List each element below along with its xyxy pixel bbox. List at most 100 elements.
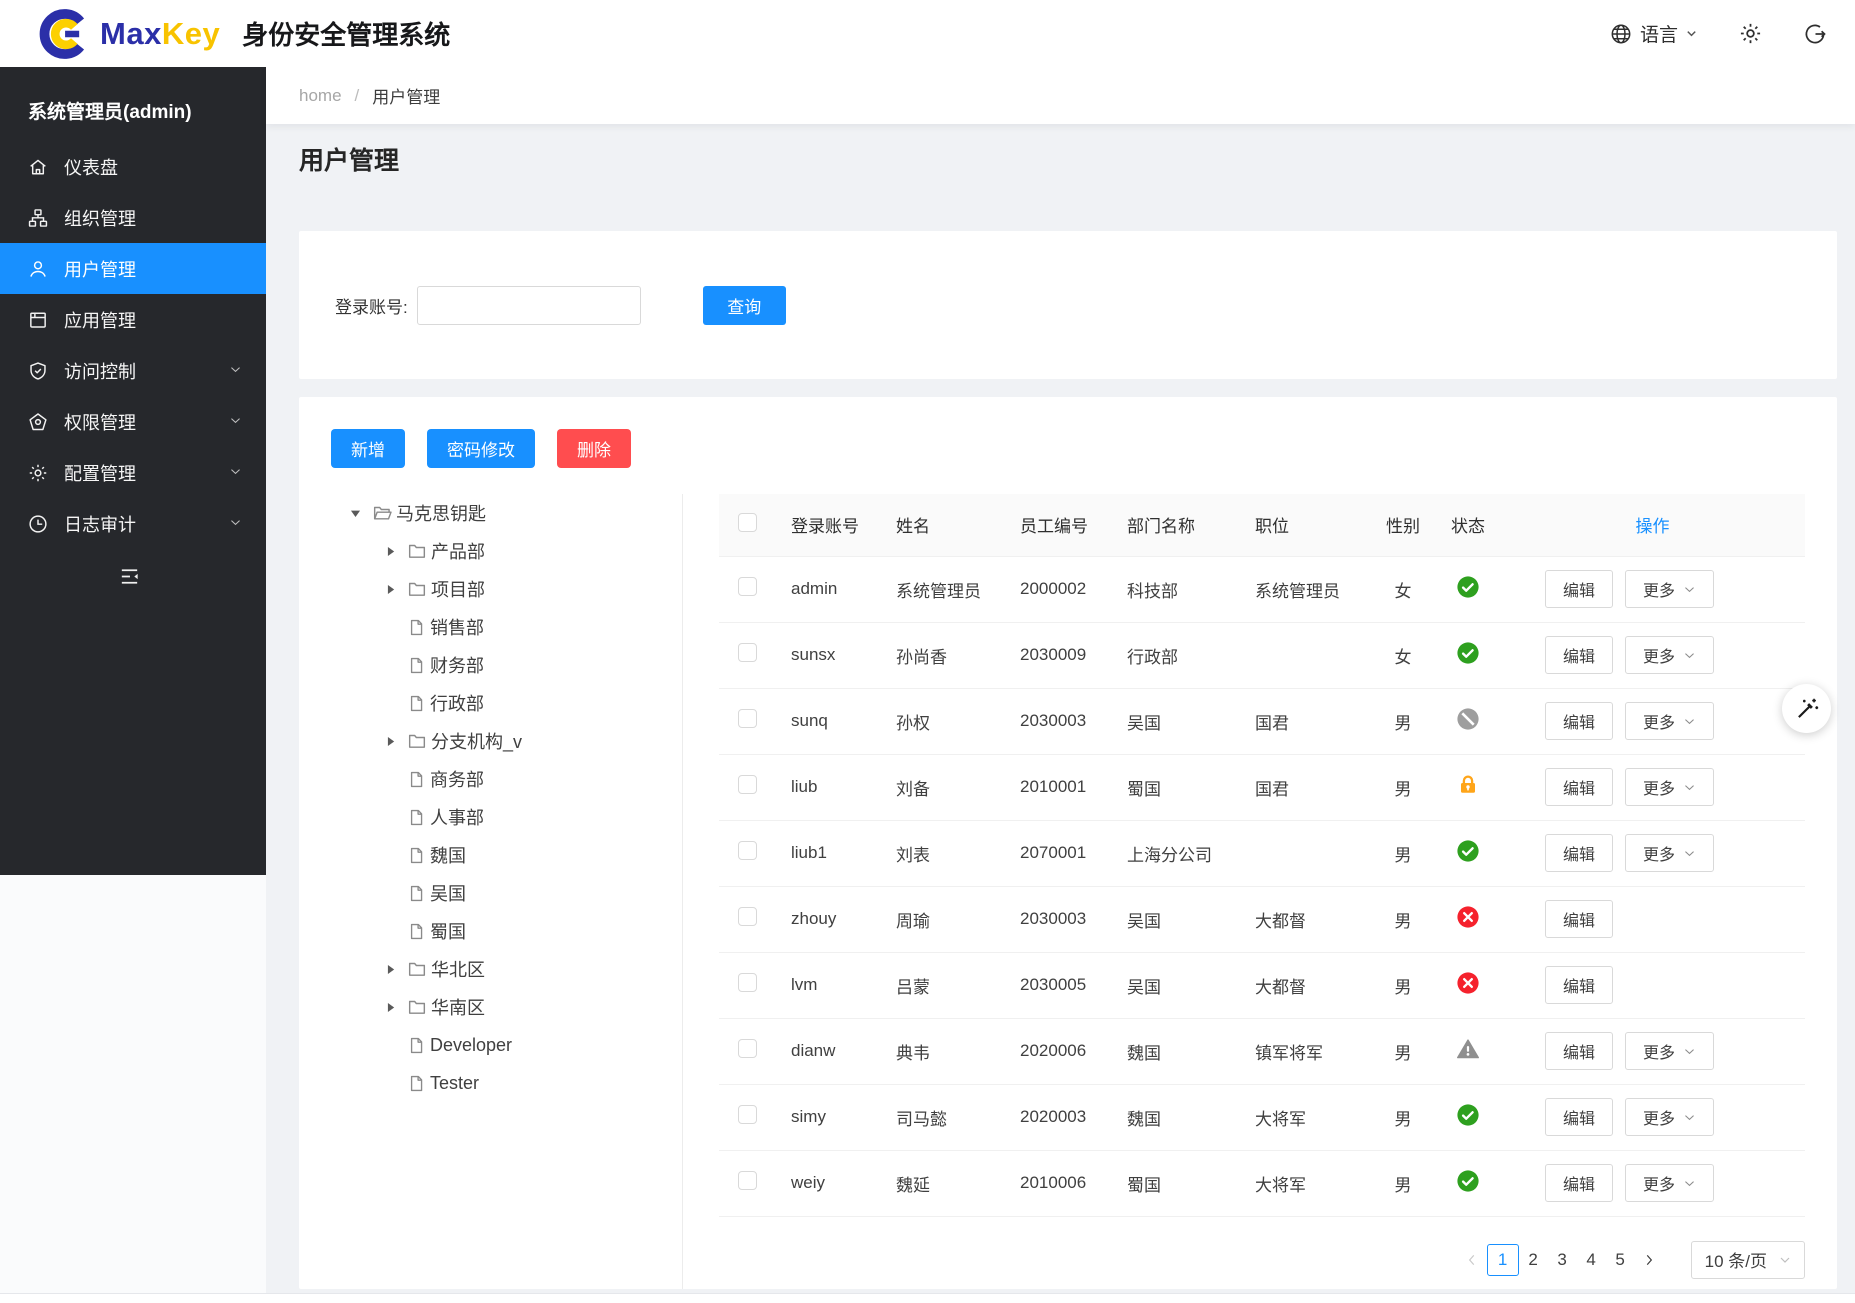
sidebar-item-user[interactable]: 用户管理 xyxy=(0,243,266,294)
page-button-5[interactable]: 5 xyxy=(1606,1244,1635,1276)
previous-page-button[interactable] xyxy=(1458,1244,1487,1276)
caret-down-icon[interactable] xyxy=(345,507,365,520)
row-checkbox[interactable] xyxy=(738,841,757,860)
tree-node[interactable]: 销售部 xyxy=(299,608,682,646)
more-button[interactable]: 更多 xyxy=(1625,1098,1714,1136)
page-button-3[interactable]: 3 xyxy=(1548,1244,1577,1276)
edit-button[interactable]: 编辑 xyxy=(1545,702,1613,740)
row-checkbox[interactable] xyxy=(738,1039,757,1058)
caret-right-icon[interactable] xyxy=(380,735,400,748)
top-navbar: MaxKey 身份安全管理系统 语言 xyxy=(0,0,1855,67)
cell-gender: 男 xyxy=(1370,820,1436,886)
brand-name: MaxKey xyxy=(100,16,220,52)
page-button-2[interactable]: 2 xyxy=(1519,1244,1548,1276)
sidebar: 系统管理员(admin) 仪表盘组织管理用户管理应用管理访问控制权限管理配置管理… xyxy=(0,67,266,1303)
tree-node[interactable]: 产品部 xyxy=(299,532,682,570)
sidebar-item-access[interactable]: 访问控制 xyxy=(0,345,266,396)
caret-right-icon[interactable] xyxy=(380,545,400,558)
sidebar-item-dashboard[interactable]: 仪表盘 xyxy=(0,141,266,192)
sidebar-item-permission[interactable]: 权限管理 xyxy=(0,396,266,447)
sidebar-item-label: 仪表盘 xyxy=(64,154,118,180)
tree-node[interactable]: 人事部 xyxy=(299,798,682,836)
settings-button[interactable] xyxy=(1738,21,1763,46)
folder-open-icon xyxy=(372,503,392,523)
sidebar-item-config[interactable]: 配置管理 xyxy=(0,447,266,498)
tree-node[interactable]: 蜀国 xyxy=(299,912,682,950)
breadcrumb-home-link[interactable]: home xyxy=(299,86,342,106)
row-checkbox-cell xyxy=(719,556,782,622)
more-button[interactable]: 更多 xyxy=(1625,702,1714,740)
page-button-1[interactable]: 1 xyxy=(1487,1244,1519,1276)
tree-node[interactable]: 吴国 xyxy=(299,874,682,912)
change-password-button[interactable]: 密码修改 xyxy=(427,429,535,468)
sidebar-item-app[interactable]: 应用管理 xyxy=(0,294,266,345)
edit-button[interactable]: 编辑 xyxy=(1545,1032,1613,1070)
page-size-select[interactable]: 10 条/页 xyxy=(1691,1241,1805,1279)
sidebar-collapse-button[interactable] xyxy=(118,565,141,588)
table-row: sunsx孙尚香2030009行政部女编辑更多 xyxy=(719,622,1805,688)
footer-divider xyxy=(0,1293,1855,1303)
edit-button[interactable]: 编辑 xyxy=(1545,570,1613,608)
cell-department: 科技部 xyxy=(1118,556,1246,622)
sidebar-item-org[interactable]: 组织管理 xyxy=(0,192,266,243)
tree-node[interactable]: 华北区 xyxy=(299,950,682,988)
chevron-down-icon xyxy=(229,411,242,432)
cell-name: 司马懿 xyxy=(887,1084,1011,1150)
tree-node[interactable]: Developer xyxy=(299,1026,682,1064)
language-switcher[interactable]: 语言 xyxy=(1609,20,1698,47)
row-checkbox[interactable] xyxy=(738,643,757,662)
edit-button[interactable]: 编辑 xyxy=(1545,636,1613,674)
logout-button[interactable] xyxy=(1803,22,1827,46)
edit-button[interactable]: 编辑 xyxy=(1545,1164,1613,1202)
more-button[interactable]: 更多 xyxy=(1625,1164,1714,1202)
app-icon xyxy=(27,309,49,331)
more-button[interactable]: 更多 xyxy=(1625,1032,1714,1070)
magic-wand-floating-button[interactable] xyxy=(1782,684,1831,733)
login-account-input[interactable] xyxy=(417,286,641,325)
delete-button[interactable]: 删除 xyxy=(557,429,631,468)
row-checkbox[interactable] xyxy=(738,1105,757,1124)
caret-right-icon[interactable] xyxy=(380,583,400,596)
more-button[interactable]: 更多 xyxy=(1625,570,1714,608)
tree-node[interactable]: 项目部 xyxy=(299,570,682,608)
tree-node[interactable]: 商务部 xyxy=(299,760,682,798)
edit-button[interactable]: 编辑 xyxy=(1545,900,1613,938)
chevron-down-icon xyxy=(1683,781,1696,794)
select-all-checkbox[interactable] xyxy=(738,513,757,532)
query-button[interactable]: 查询 xyxy=(703,286,786,325)
row-checkbox[interactable] xyxy=(738,973,757,992)
more-button[interactable]: 更多 xyxy=(1625,768,1714,806)
row-checkbox[interactable] xyxy=(738,709,757,728)
more-button[interactable]: 更多 xyxy=(1625,636,1714,674)
tree-node[interactable]: 行政部 xyxy=(299,684,682,722)
permission-icon xyxy=(27,411,49,433)
tree-node[interactable]: 马克思钥匙 xyxy=(299,494,682,532)
row-checkbox[interactable] xyxy=(738,1171,757,1190)
tree-node-label: 吴国 xyxy=(430,880,466,906)
tree-node[interactable]: Tester xyxy=(299,1064,682,1102)
row-checkbox[interactable] xyxy=(738,577,757,596)
edit-button[interactable]: 编辑 xyxy=(1545,768,1613,806)
tree-node[interactable]: 华南区 xyxy=(299,988,682,1026)
chevron-down-icon xyxy=(1683,1111,1696,1124)
header-checkbox-cell[interactable] xyxy=(719,494,782,556)
caret-right-icon[interactable] xyxy=(380,1001,400,1014)
tree-node[interactable]: 财务部 xyxy=(299,646,682,684)
chevron-down-icon xyxy=(229,360,242,381)
edit-button[interactable]: 编辑 xyxy=(1545,834,1613,872)
cell-name: 刘表 xyxy=(887,820,1011,886)
tree-node[interactable]: 魏国 xyxy=(299,836,682,874)
next-page-button[interactable] xyxy=(1635,1244,1664,1276)
edit-button[interactable]: 编辑 xyxy=(1545,1098,1613,1136)
more-button[interactable]: 更多 xyxy=(1625,834,1714,872)
row-checkbox[interactable] xyxy=(738,907,757,926)
chevron-down-icon xyxy=(1683,649,1696,662)
sidebar-item-audit[interactable]: 日志审计 xyxy=(0,498,266,549)
page-button-4[interactable]: 4 xyxy=(1577,1244,1606,1276)
caret-right-icon[interactable] xyxy=(380,963,400,976)
edit-button[interactable]: 编辑 xyxy=(1545,966,1613,1004)
cell-name: 系统管理员 xyxy=(887,556,1011,622)
row-checkbox[interactable] xyxy=(738,775,757,794)
add-button[interactable]: 新增 xyxy=(331,429,405,468)
tree-node[interactable]: 分支机构_v xyxy=(299,722,682,760)
